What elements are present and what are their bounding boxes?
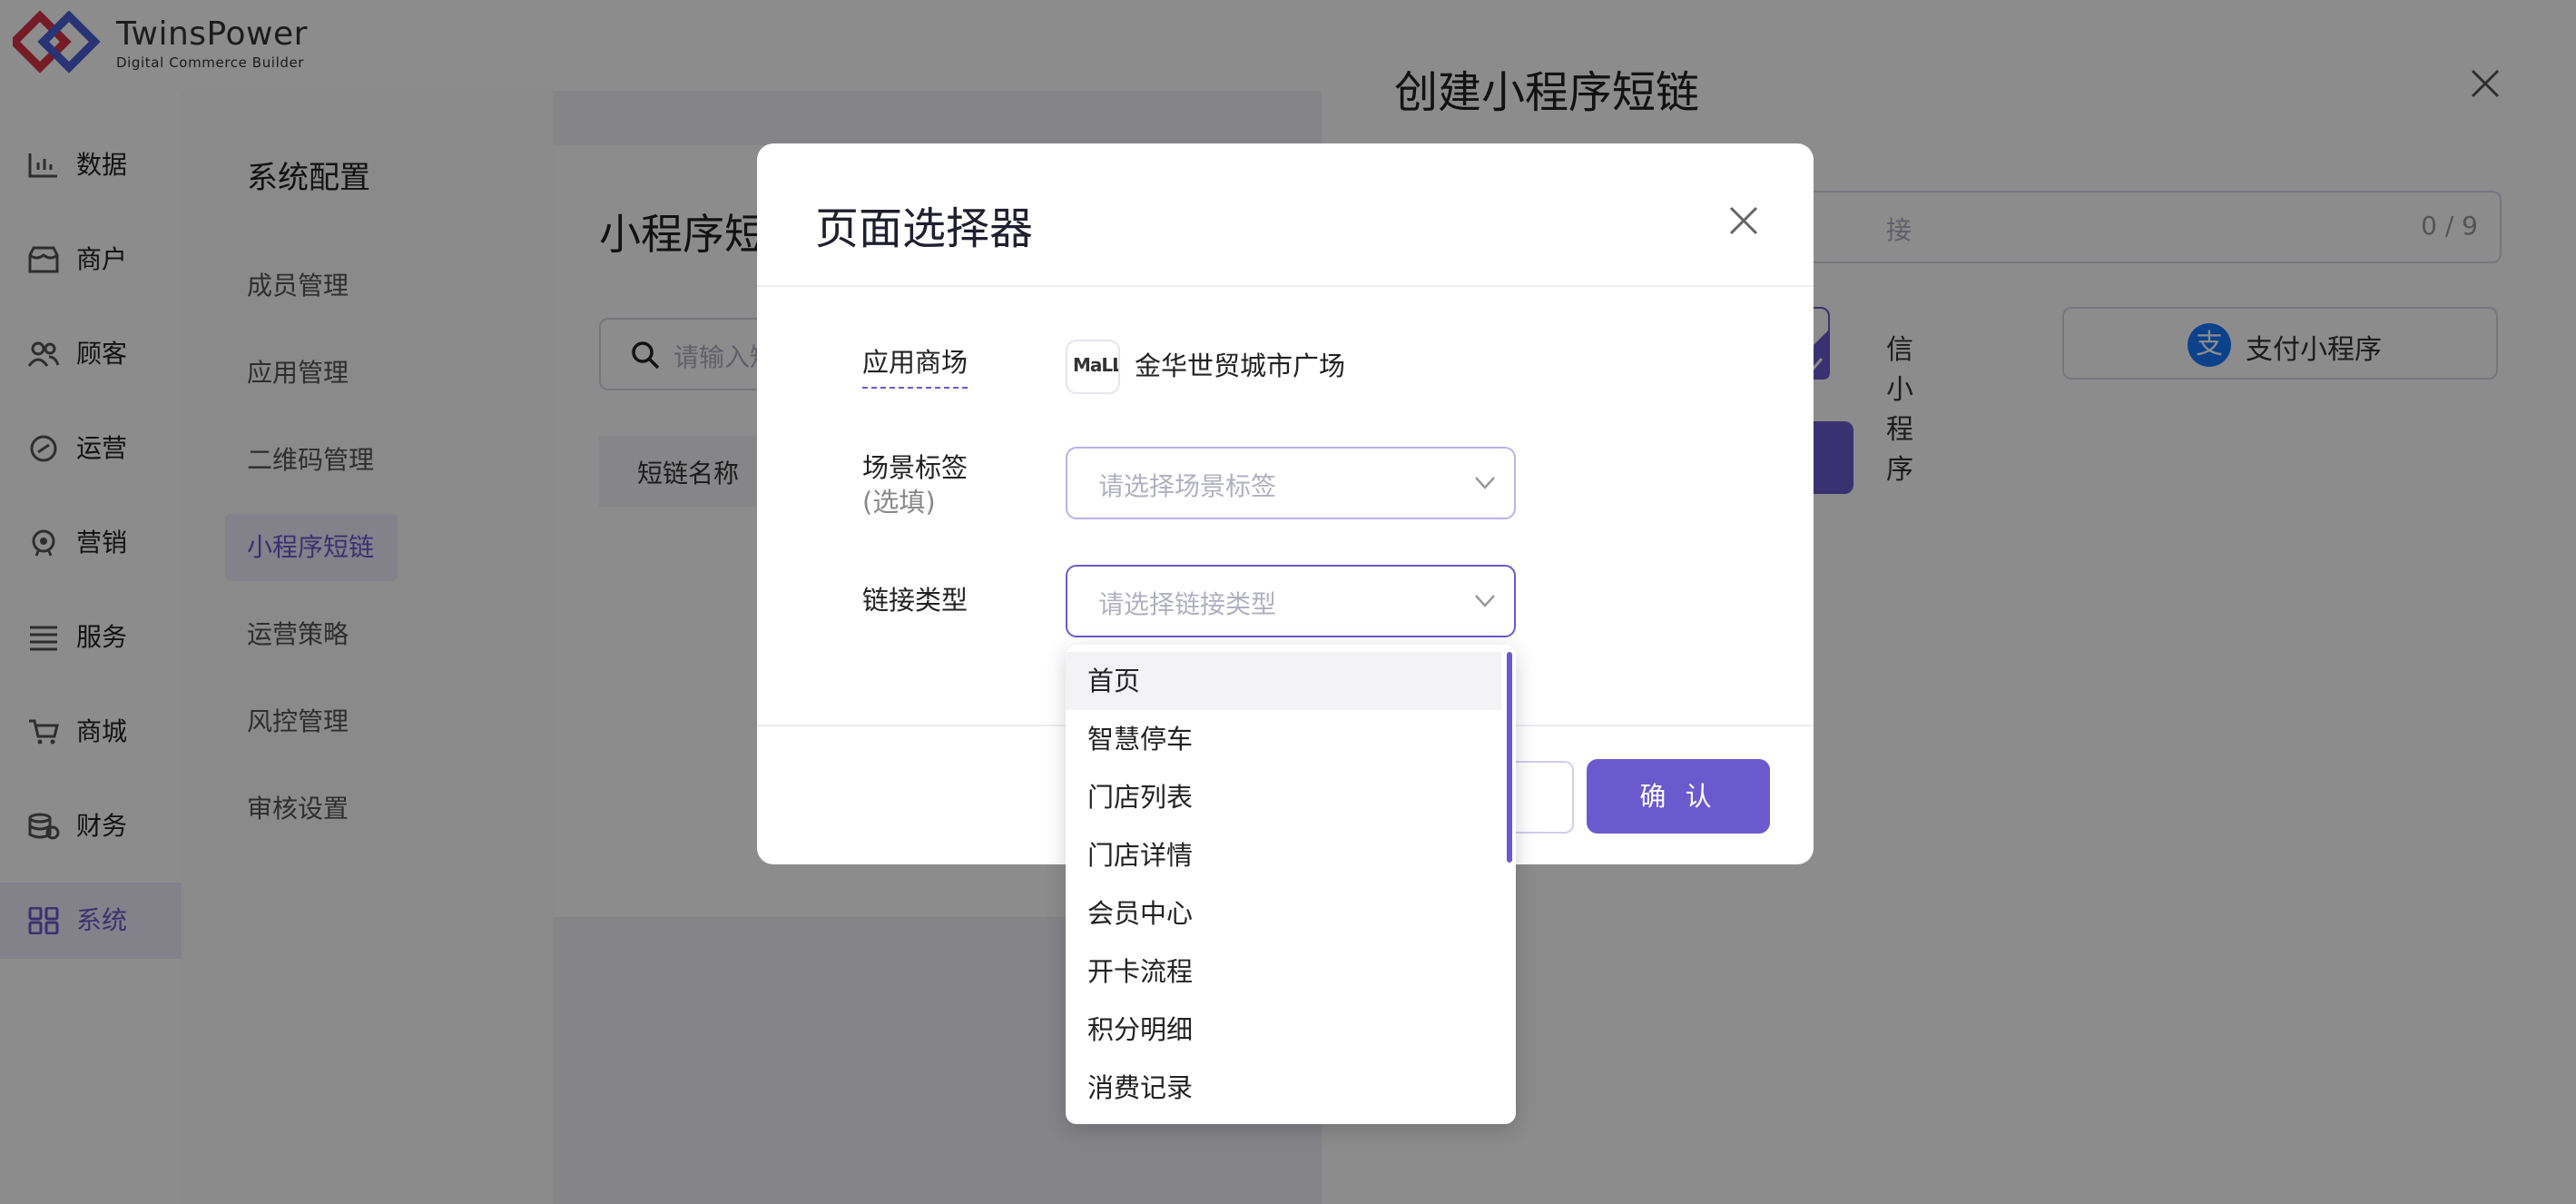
app-label: 应用商场 [862,347,968,389]
mall-logo: MaLL [1066,340,1120,394]
divider [757,285,1814,287]
option-label: 积分明细 [1087,1014,1194,1045]
option-label: 开卡流程 [1087,956,1194,987]
mall-logo-text: MaLL [1073,354,1120,376]
close-icon[interactable] [1726,203,1761,238]
scene-tag-select[interactable]: 请选择场景标签 [1066,447,1516,519]
option-label: 智慧停车 [1087,724,1194,755]
scene-optional: (选填) [862,487,936,518]
option-smart-parking[interactable]: 智慧停车 [1066,710,1501,768]
modal-title: 页面选择器 [815,203,1034,254]
scene-label: 场景标签 [862,452,968,483]
link-type-label: 链接类型 [862,585,968,616]
option-consumption-record[interactable]: 消费记录 [1066,1059,1501,1117]
option-store-detail[interactable]: 门店详情 [1066,826,1501,884]
link-type-select[interactable]: 请选择链接类型 [1066,565,1516,637]
option-card-flow[interactable]: 开卡流程 [1066,942,1501,1001]
option-home[interactable]: 首页 [1066,652,1501,710]
option-label: 消费记录 [1087,1072,1194,1103]
confirm-button[interactable]: 确 认 [1587,759,1770,834]
link-type-dropdown: 首页 智慧停车 门店列表 门店详情 会员中心 开卡流程 积分明细 消费记录 [1066,645,1516,1124]
scene-field-label: 场景标签 (选填) [862,450,968,519]
chevron-down-icon [1475,477,1495,489]
option-points-detail[interactable]: 积分明细 [1066,1001,1501,1059]
app-name: 金华世贸城市广场 [1135,350,1346,381]
option-label: 首页 [1087,666,1141,696]
option-label: 会员中心 [1087,898,1194,929]
dropdown-scrollbar[interactable] [1507,652,1512,863]
link-type-field-label: 链接类型 [862,583,968,617]
option-store-list[interactable]: 门店列表 [1066,768,1501,826]
option-label: 门店详情 [1087,840,1194,871]
option-label: 门店列表 [1087,782,1194,813]
chevron-down-icon [1475,595,1495,607]
option-member-center[interactable]: 会员中心 [1066,884,1501,942]
select-placeholder: 请选择链接类型 [1098,589,1277,619]
select-placeholder: 请选择场景标签 [1098,471,1277,501]
app-field-label: 应用商场 [862,345,968,389]
app-root: TwinsPower Digital Commerce Builder 数据 商… [0,0,2576,1204]
